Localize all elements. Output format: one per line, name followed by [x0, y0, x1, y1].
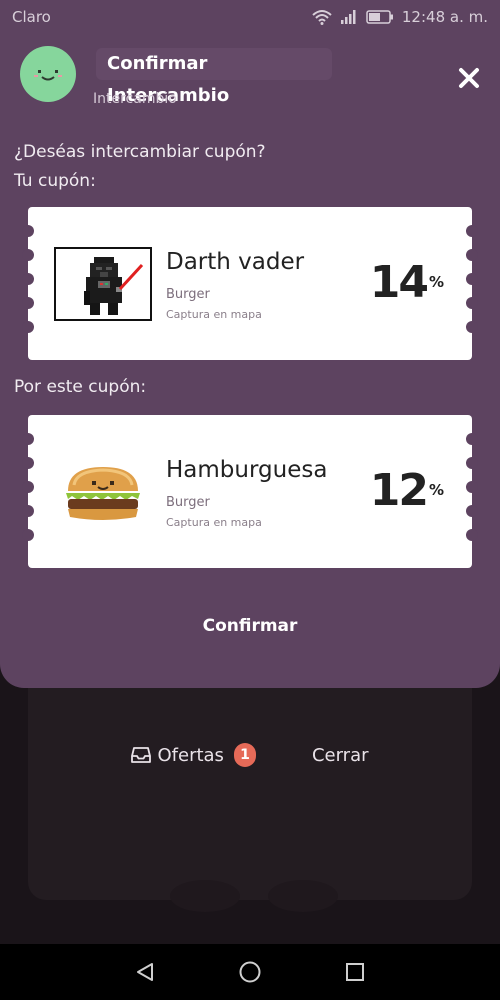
coupon-discount: 12 % — [370, 467, 444, 515]
coupon-notch — [22, 225, 34, 237]
coupon-category: Burger — [166, 495, 210, 510]
close-text-button[interactable]: Cerrar — [312, 745, 369, 766]
background-shape — [170, 880, 240, 912]
home-icon[interactable] — [238, 960, 262, 984]
coupon-notch — [466, 321, 478, 333]
coupon-discount: 14 % — [370, 259, 444, 307]
coupon-notch — [22, 433, 34, 445]
discount-value: 14 — [369, 257, 429, 308]
clock: 12:48 a. m. — [401, 8, 488, 26]
coupon-notch — [466, 529, 478, 541]
coupon-notch — [466, 297, 478, 309]
coupon-notch — [22, 505, 34, 517]
wifi-icon — [312, 9, 332, 25]
target-coupon-card[interactable]: Hamburguesa Burger Captura en mapa 12 % — [22, 415, 478, 568]
coupon-notch — [466, 225, 478, 237]
hamburger-pixel-icon — [54, 455, 152, 529]
smiley-face-icon — [34, 70, 62, 81]
coupon-notch — [22, 321, 34, 333]
battery-icon — [366, 10, 394, 24]
coupon-notch — [22, 273, 34, 285]
discount-value: 12 — [369, 465, 429, 516]
coupon-category: Burger — [166, 287, 210, 302]
background-shape — [268, 880, 338, 912]
coupon-name: Darth vader — [166, 249, 305, 275]
close-button[interactable] — [455, 64, 483, 92]
exchange-question: ¿Deséas intercambiar cupón? — [14, 142, 266, 162]
navigation-bar — [0, 944, 500, 1000]
inbox-icon — [131, 746, 152, 764]
bottom-actions: Ofertas 1 Cerrar — [0, 735, 500, 775]
coupon-note: Captura en mapa — [166, 308, 262, 321]
confirm-exchange-modal: Confirmar Intercambio Intercambio ¿Deséa… — [0, 34, 500, 688]
percent-sign: % — [428, 481, 444, 499]
coupon-notch — [22, 249, 34, 261]
modal-title: Confirmar Intercambio — [96, 48, 332, 106]
coupon-notch — [466, 249, 478, 261]
carrier-label: Claro — [12, 8, 51, 26]
confirm-button[interactable]: Confirmar — [150, 608, 350, 644]
status-bar: Claro 12:48 a. m. — [0, 0, 500, 34]
coupon-notch — [22, 297, 34, 309]
recent-apps-icon[interactable] — [344, 961, 366, 983]
back-icon[interactable] — [134, 961, 156, 983]
offers-label: Ofertas — [157, 744, 224, 766]
percent-sign: % — [428, 273, 444, 291]
your-coupon-card[interactable]: Darth vader Burger Captura en mapa 14 % — [22, 207, 478, 360]
coupon-name: Hamburguesa — [166, 457, 328, 483]
avatar — [20, 46, 76, 102]
offers-button[interactable]: Ofertas 1 — [131, 743, 256, 767]
coupon-notch — [466, 273, 478, 285]
coupon-notch — [466, 505, 478, 517]
darth-vader-pixel-icon — [54, 247, 152, 321]
signal-icon — [340, 9, 358, 25]
your-coupon-label: Tu cupón: — [14, 171, 96, 191]
for-coupon-label: Por este cupón: — [14, 377, 147, 397]
coupon-notch — [466, 457, 478, 469]
offers-count-badge: 1 — [233, 743, 256, 767]
close-icon — [459, 68, 479, 88]
coupon-notch — [22, 481, 34, 493]
modal-subtitle: Intercambio — [93, 91, 177, 107]
coupon-notch — [466, 481, 478, 493]
coupon-notch — [22, 457, 34, 469]
coupon-note: Captura en mapa — [166, 516, 262, 529]
coupon-notch — [22, 529, 34, 541]
coupon-notch — [466, 433, 478, 445]
